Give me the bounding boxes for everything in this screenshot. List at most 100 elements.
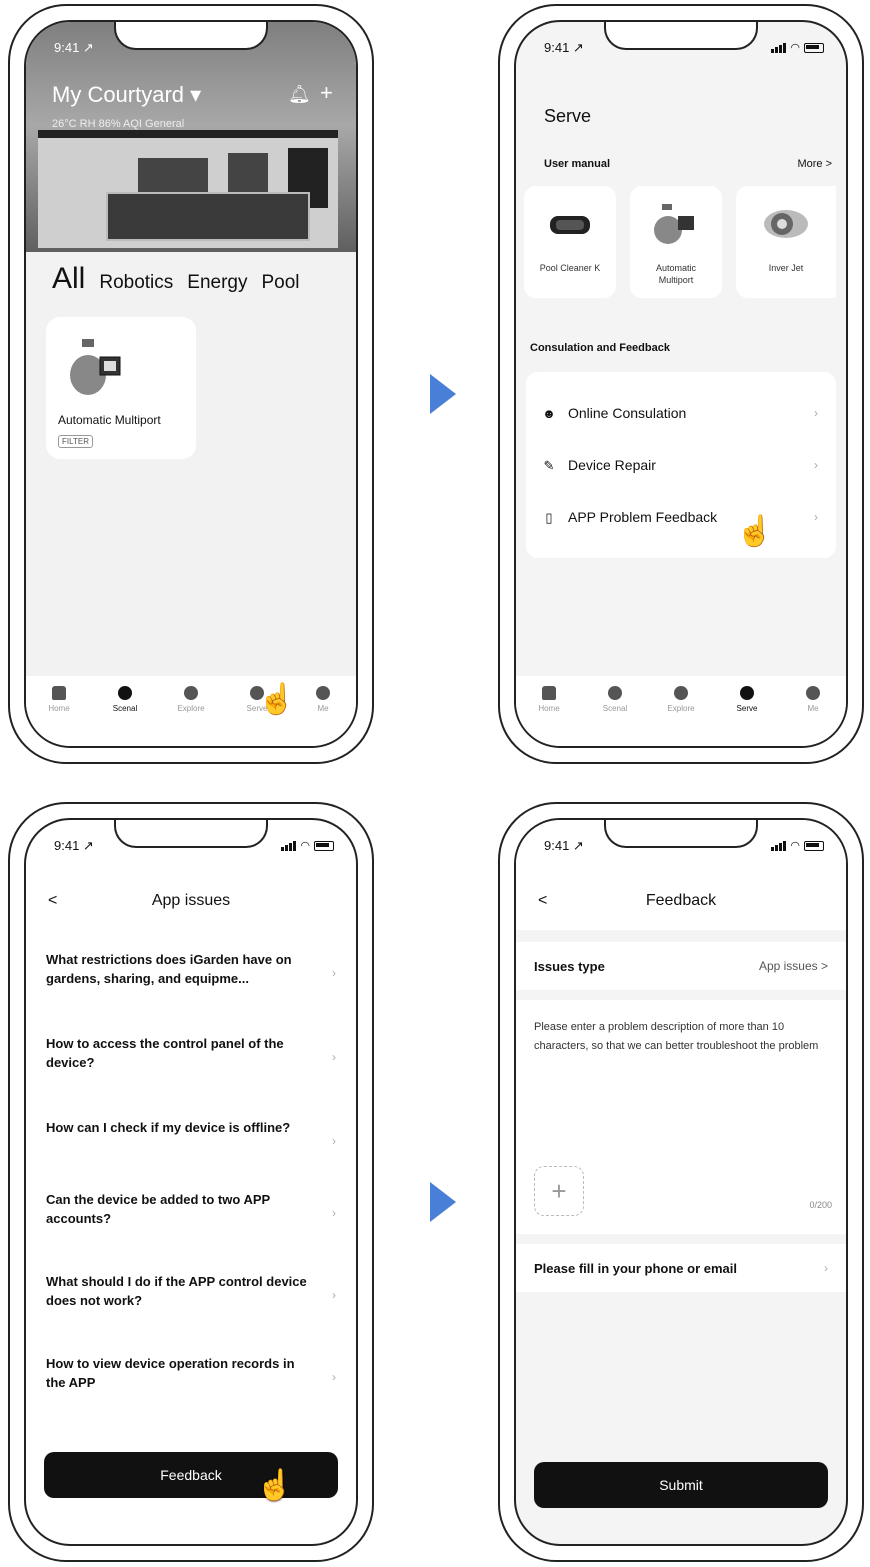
tab-label: Explore <box>667 704 695 713</box>
status-bar: 9:41 ↗ ◠ <box>26 834 356 856</box>
bell-icon[interactable]: 🔔︎ <box>288 84 311 105</box>
pool-cleaner-icon <box>550 216 590 234</box>
home-screen: 9:41 ↗ My Courtyard ▾ 26°C RH 86% AQI Ge… <box>24 20 358 748</box>
page-title: Serve <box>544 106 592 126</box>
tab-pool[interactable]: Pool <box>261 272 299 294</box>
multiport-icon <box>70 339 121 395</box>
serve-heart-icon <box>740 686 754 700</box>
submit-button[interactable]: Submit <box>534 1462 828 1508</box>
tab-explore[interactable]: Explore <box>656 686 706 746</box>
manual-card[interactable]: Inver Jet <box>736 186 836 298</box>
device-name: Automatic Multiport <box>58 413 161 427</box>
me-icon <box>806 686 820 700</box>
status-bar: 9:41 ↗ ◠ <box>516 834 846 856</box>
phone-home: 9:41 ↗ My Courtyard ▾ 26°C RH 86% AQI Ge… <box>8 4 374 764</box>
issues-type-value: App issues > <box>758 959 828 973</box>
tab-label: Me <box>807 704 819 713</box>
tab-all[interactable]: All <box>52 262 85 296</box>
char-counter: 0/200 <box>809 1200 832 1210</box>
faq-item[interactable]: How to view device operation records in … <box>46 1354 336 1392</box>
issues-type-row[interactable]: Issues type App issues > <box>516 942 846 990</box>
tab-me[interactable]: Me <box>788 686 838 746</box>
manual-label: Automatic Multiport <box>655 263 697 285</box>
agent-icon: ☻ <box>542 406 556 421</box>
flow-arrow-1 <box>430 374 456 414</box>
tab-bar: Home Scenal Explore Serve Me <box>516 676 846 746</box>
plus-icon[interactable]: + <box>320 80 333 106</box>
weather-summary: 26°C RH 86% AQI General <box>52 118 185 130</box>
manual-label: Pool Cleaner K <box>539 263 601 273</box>
tab-label: Me <box>317 704 329 713</box>
hand-pointer-icon: ☝ <box>258 683 296 716</box>
status-bar: 9:41 ↗ ◠ <box>516 36 846 58</box>
chevron-right-icon: › <box>824 1261 828 1275</box>
tab-label: Explore <box>177 704 205 713</box>
faq-question: How can I check if my device is offline? <box>46 1120 291 1135</box>
app-issues-screen: 9:41 ↗ ◠ < App issues What restrictions … <box>24 818 358 1546</box>
tab-label: Home <box>48 704 70 713</box>
menu-device-repair[interactable]: ✎ Device Repair › <box>542 452 826 478</box>
phone-app-issues: 9:41 ↗ ◠ < App issues What restrictions … <box>8 802 374 1562</box>
tab-home[interactable]: Home <box>34 686 84 746</box>
tab-energy[interactable]: Energy <box>187 272 247 294</box>
pool-illustration <box>106 192 310 241</box>
faq-item[interactable]: What should I do if the APP control devi… <box>46 1272 336 1310</box>
home-icon <box>52 686 66 700</box>
tab-serve[interactable]: Serve <box>722 686 772 746</box>
description-input[interactable]: Please enter a problem description of mo… <box>534 1018 828 1056</box>
chevron-right-icon: › <box>814 458 818 472</box>
tab-explore[interactable]: Explore <box>166 686 216 746</box>
tab-label: Scenal <box>602 704 628 713</box>
hand-pointer-icon: ☝ <box>256 1469 294 1502</box>
me-icon <box>316 686 330 700</box>
faq-question: How to access the control panel of the d… <box>46 1036 284 1070</box>
phone-serve: 9:41 ↗ ◠ Serve User manual More > Pool C… <box>498 4 864 764</box>
menu-online-consultation[interactable]: ☻ Online Consulation › <box>542 400 826 426</box>
status-icons: ◠ <box>281 839 334 852</box>
contact-label: Please fill in your phone or email <box>534 1260 737 1276</box>
manual-label: Inver Jet <box>768 263 804 273</box>
status-time: 9:41 ↗ <box>54 40 94 55</box>
issues-type-label: Issues type <box>534 958 605 974</box>
contact-row[interactable]: Please fill in your phone or email › <box>516 1244 846 1292</box>
chevron-right-icon: › <box>332 1370 336 1384</box>
flow-arrow-2 <box>430 1182 456 1222</box>
feedback-button[interactable]: Feedback <box>44 1452 338 1498</box>
chevron-right-icon: › <box>814 510 818 524</box>
menu-label: Device Repair <box>568 457 656 473</box>
status-time: 9:41 ↗ <box>544 838 584 853</box>
manual-card[interactable]: Pool Cleaner K <box>524 186 616 298</box>
manual-card[interactable]: Automatic Multiport <box>630 186 722 298</box>
tab-home[interactable]: Home <box>524 686 574 746</box>
chevron-right-icon: › <box>332 1050 336 1064</box>
chevron-right-icon: › <box>332 1206 336 1220</box>
scenal-icon <box>118 686 132 700</box>
phone-feedback: 9:41 ↗ ◠ < Feedback Issues type App issu… <box>498 802 864 1562</box>
service-menu: ☻ Online Consulation › ✎ Device Repair › ▯ AP… <box>526 372 836 558</box>
device-tag: FILTER <box>58 435 93 448</box>
tab-scenal[interactable]: Scenal <box>100 686 150 746</box>
faq-item[interactable]: How to access the control panel of the d… <box>46 1034 336 1072</box>
faq-item[interactable]: How can I check if my device is offline?… <box>46 1118 336 1148</box>
tab-me[interactable]: Me <box>298 686 348 746</box>
wrench-icon: ✎ <box>543 458 555 473</box>
more-link[interactable]: More > <box>797 158 832 170</box>
device-card[interactable]: Automatic Multiport FILTER <box>46 317 196 459</box>
menu-app-feedback[interactable]: ▯ APP Problem Feedback › <box>542 504 826 530</box>
description-area[interactable]: Please enter a problem description of mo… <box>516 1000 846 1234</box>
chevron-right-icon: › <box>814 406 818 420</box>
status-icons: ◠ <box>771 839 824 852</box>
status-time: 9:41 ↗ <box>544 40 584 55</box>
faq-item[interactable]: What restrictions does iGarden have on g… <box>46 950 336 988</box>
tab-label: Scenal <box>112 704 138 713</box>
category-tabs: All Robotics Energy Pool <box>52 262 300 296</box>
add-image-button[interactable]: + <box>534 1166 584 1216</box>
courtyard-selector[interactable]: My Courtyard ▾ <box>52 82 201 108</box>
multiport-icon <box>654 204 694 244</box>
tab-scenal[interactable]: Scenal <box>590 686 640 746</box>
tab-robotics[interactable]: Robotics <box>99 272 173 294</box>
faq-question: Can the device be added to two APP accou… <box>46 1192 270 1226</box>
faq-item[interactable]: Can the device be added to two APP accou… <box>46 1190 336 1228</box>
menu-label: APP Problem Feedback <box>568 509 718 525</box>
serve-screen: 9:41 ↗ ◠ Serve User manual More > Pool C… <box>514 20 848 748</box>
